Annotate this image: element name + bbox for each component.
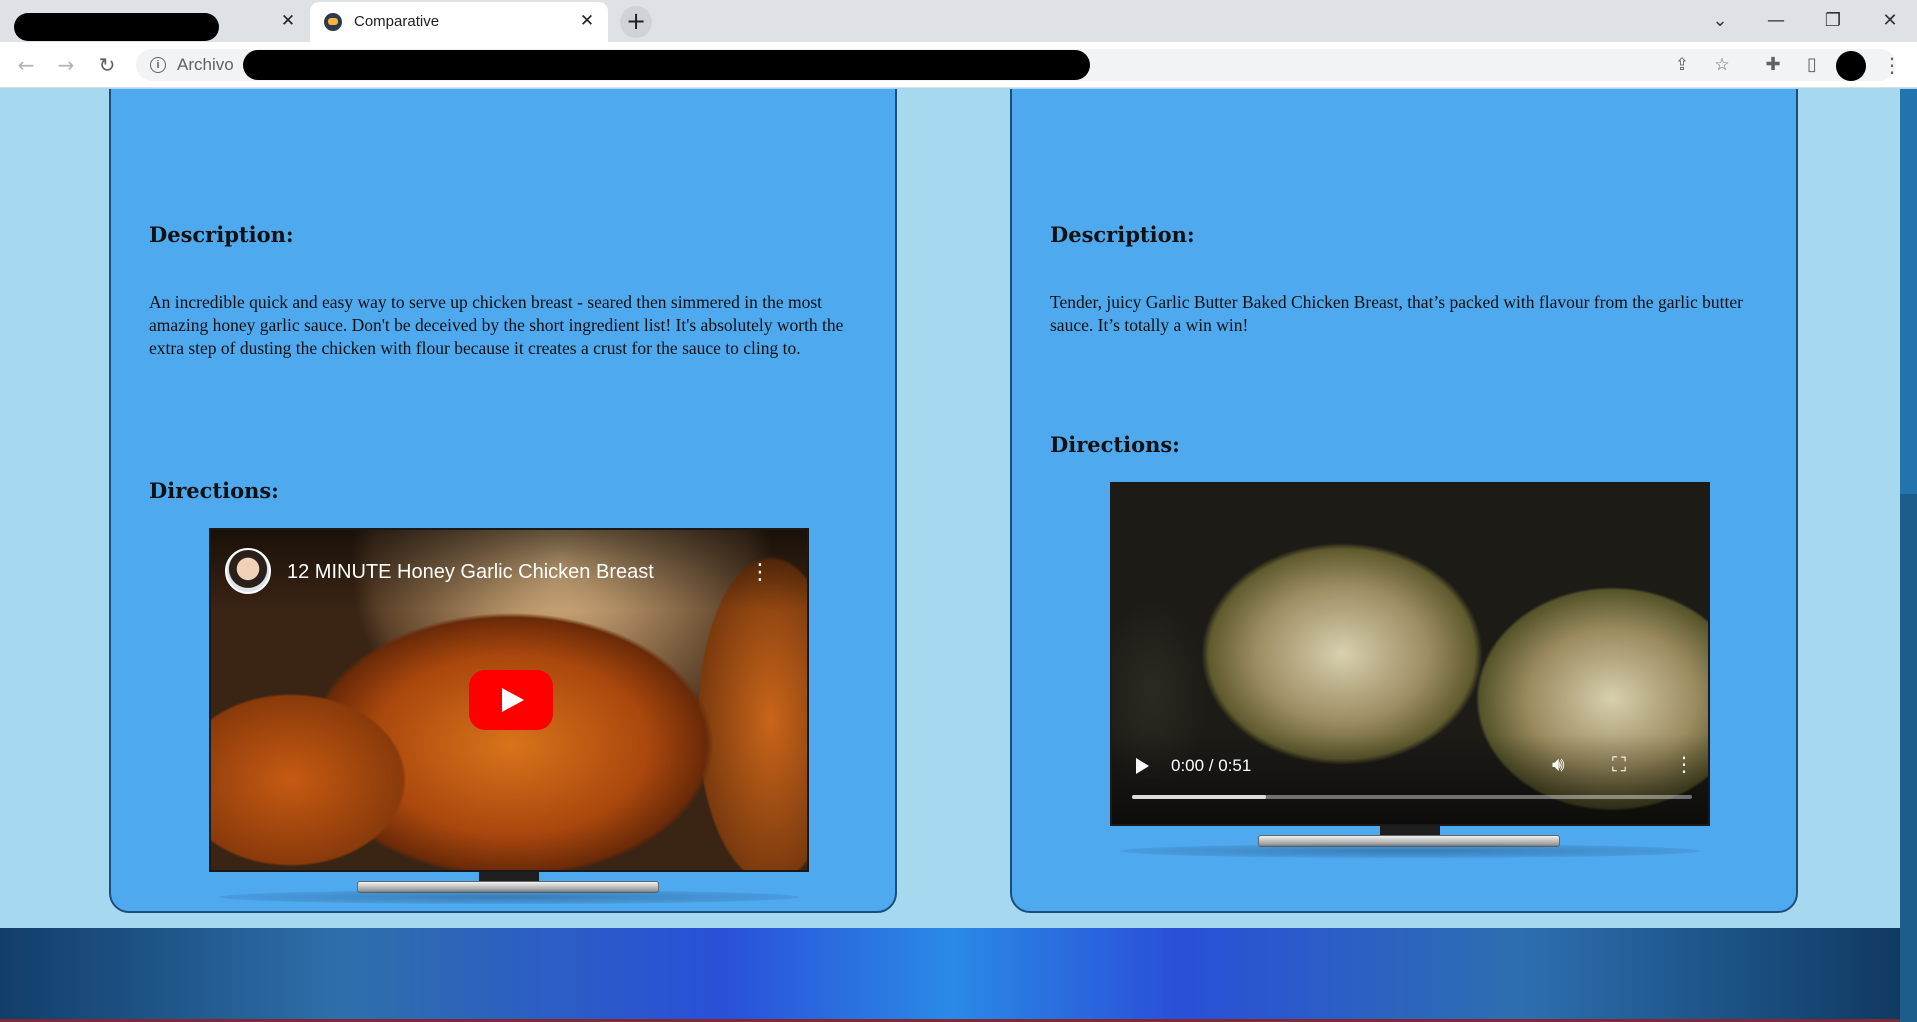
back-arrow-icon[interactable]: ← xyxy=(12,51,40,79)
directions-heading: Directions: xyxy=(149,478,279,503)
description-text: Tender, juicy Garlic Butter Baked Chicke… xyxy=(1050,292,1743,335)
reload-icon[interactable]: ↻ xyxy=(93,51,121,79)
star-icon[interactable]: ☆ xyxy=(1711,54,1733,76)
tab-title: Comparative xyxy=(354,13,440,30)
browser-toolbar: ← → ↻ i Archivo ⇪ ☆ ✚ ▯ ⋮ xyxy=(0,42,1917,88)
youtube-video-embed[interactable]: 12 MINUTE Honey Garlic Chicken Breast ⋮ xyxy=(209,528,809,872)
tv-frame: 12 MINUTE Honey Garlic Chicken Breast ⋮ xyxy=(209,528,809,908)
recipe-card-garlic-butter: Description: Tender, juicy Garlic Butter… xyxy=(1010,89,1798,913)
description-heading: Description: xyxy=(1050,222,1195,247)
scrollbar-thumb[interactable] xyxy=(1900,89,1917,494)
directions-heading: Directions: xyxy=(1050,432,1180,457)
share-icon[interactable]: ⇪ xyxy=(1671,54,1693,76)
more-vert-icon[interactable]: ⋮ xyxy=(1674,752,1694,776)
volume-icon[interactable]: 🔊︎ xyxy=(1552,752,1565,776)
minimize-icon[interactable]: — xyxy=(1756,8,1796,34)
tab-comparative[interactable]: Comparative ✕ xyxy=(310,2,608,42)
new-tab-button[interactable]: + xyxy=(620,6,652,38)
info-icon[interactable]: i xyxy=(150,57,166,73)
video-title[interactable]: 12 MINUTE Honey Garlic Chicken Breast xyxy=(287,561,654,584)
tab-strip: ✕ Comparative ✕ + ⌄ — ❐ ✕ xyxy=(0,0,1917,42)
video-buffered-bar xyxy=(1132,795,1267,799)
tv-frame: 0:00 / 0:51 🔊︎ ⛶ ⋮ xyxy=(1110,482,1710,862)
profile-avatar[interactable] xyxy=(1836,51,1866,81)
fullscreen-icon[interactable]: ⛶ xyxy=(1612,752,1626,776)
more-vert-icon[interactable]: ⋮ xyxy=(749,560,771,585)
video-time: 0:00 / 0:51 xyxy=(1171,756,1252,775)
site-favicon-icon xyxy=(324,13,342,31)
redacted-tab-title xyxy=(14,13,219,41)
tab-close-icon[interactable]: ✕ xyxy=(577,11,597,31)
video-progress-bar[interactable] xyxy=(1132,795,1692,799)
tab-redacted[interactable]: ✕ xyxy=(0,0,305,42)
forward-arrow-icon[interactable]: → xyxy=(52,51,80,79)
window-close-icon[interactable]: ✕ xyxy=(1870,8,1910,34)
side-panel-icon[interactable]: ▯ xyxy=(1800,53,1824,77)
footer-band xyxy=(0,928,1900,1022)
page-viewport: Description: An incredible quick and eas… xyxy=(0,89,1917,1022)
address-scheme-label: Archivo xyxy=(177,55,234,74)
tab-search-chevron-icon[interactable]: ⌄ xyxy=(1700,8,1740,34)
html5-video-player[interactable]: 0:00 / 0:51 🔊︎ ⛶ ⋮ xyxy=(1110,482,1710,826)
tab-close-icon[interactable]: ✕ xyxy=(278,11,298,31)
recipe-card-honey-garlic: Description: An incredible quick and eas… xyxy=(109,89,897,913)
redacted-url xyxy=(243,50,1090,80)
play-icon[interactable] xyxy=(1136,758,1149,774)
youtube-play-button[interactable] xyxy=(469,670,553,730)
video-controls xyxy=(1112,734,1708,824)
channel-avatar[interactable] xyxy=(225,548,271,594)
address-bar[interactable]: i Archivo ⇪ ☆ xyxy=(136,49,1896,81)
more-vert-icon[interactable]: ⋮ xyxy=(1882,51,1902,79)
description-heading: Description: xyxy=(149,222,294,247)
page-scrollbar[interactable] xyxy=(1900,89,1917,1022)
puzzle-icon[interactable]: ✚ xyxy=(1761,53,1785,77)
restore-icon[interactable]: ❐ xyxy=(1813,8,1853,34)
description-text: An incredible quick and easy way to serv… xyxy=(149,292,844,358)
